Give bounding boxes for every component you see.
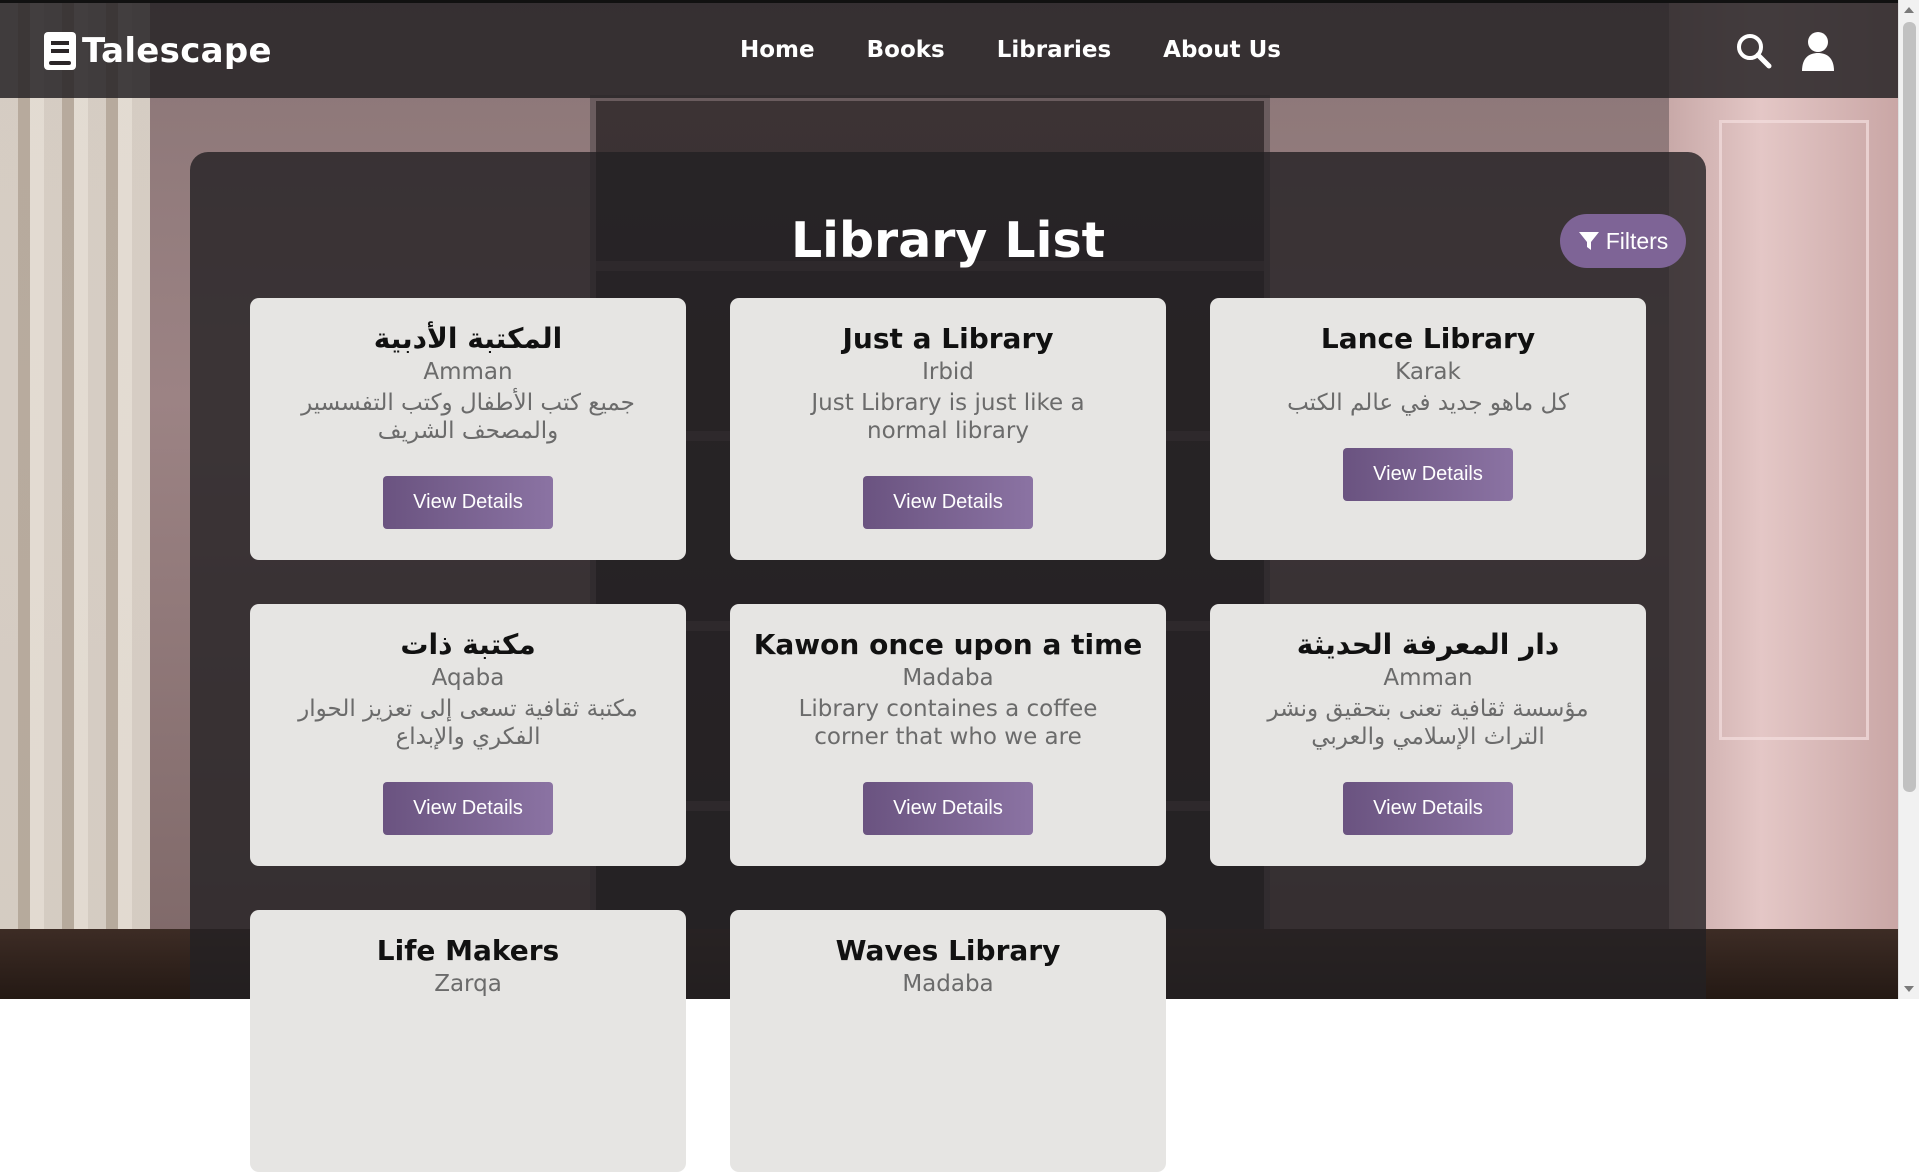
library-grid: المكتبة الأدبية Amman جميع كتب الأطفال و… (250, 298, 1647, 1172)
nav-link-libraries[interactable]: Libraries (997, 37, 1111, 63)
library-name: Waves Library (836, 936, 1061, 967)
library-name: Just a Library (842, 324, 1053, 355)
library-name: المكتبة الأدبية (374, 324, 563, 355)
library-description: مؤسسة ثقافية تعنى بتحقيق ونشر التراث الإ… (1248, 696, 1608, 751)
library-card: مكتبة ذات Aqaba مكتبة ثقافية تسعى إلى تع… (250, 604, 686, 866)
library-description: كل ماهو جديد في عالم الكتب (1248, 390, 1608, 418)
library-name: Lance Library (1321, 324, 1535, 355)
page-title: Library List (190, 212, 1706, 269)
library-city: Amman (423, 359, 512, 387)
view-details-button[interactable]: View Details (863, 782, 1033, 835)
library-city: Karak (1395, 359, 1461, 387)
view-details-button[interactable]: View Details (863, 476, 1033, 529)
user-icon[interactable] (1798, 29, 1838, 73)
library-name: Kawon once upon a time (754, 630, 1143, 661)
background-curtain (0, 0, 150, 999)
library-city: Zarqa (434, 971, 502, 999)
library-name: Life Makers (377, 936, 559, 967)
main-nav: Home Books Libraries About Us (740, 37, 1281, 63)
library-description: Just Library is just like a normal libra… (768, 390, 1128, 445)
nav-link-home[interactable]: Home (740, 37, 815, 63)
top-navbar: Talescape Home Books Libraries About Us (0, 0, 1898, 98)
brand-logo[interactable]: Talescape (44, 31, 272, 71)
view-details-button[interactable]: View Details (1343, 782, 1513, 835)
library-card: Life Makers Zarqa (250, 910, 686, 1172)
search-icon[interactable] (1734, 29, 1774, 73)
scroll-down-icon[interactable] (1904, 986, 1914, 992)
library-city: Amman (1383, 665, 1472, 693)
library-card: دار المعرفة الحديثة Amman مؤسسة ثقافية ت… (1210, 604, 1646, 866)
library-name: مكتبة ذات (400, 630, 535, 661)
library-list-panel: Library List Filters المكتبة الأدبية Amm… (190, 152, 1706, 999)
nav-link-books[interactable]: Books (867, 37, 945, 63)
nav-link-about-us[interactable]: About Us (1163, 37, 1281, 63)
library-city: Aqaba (432, 665, 505, 693)
page-scrollbar[interactable] (1898, 0, 1919, 999)
library-city: Irbid (922, 359, 974, 387)
library-card: المكتبة الأدبية Amman جميع كتب الأطفال و… (250, 298, 686, 560)
library-description: جميع كتب الأطفال وكتب التفسسير والمصحف ا… (288, 390, 648, 445)
library-description: Library containes a coffee corner that w… (768, 696, 1128, 751)
scroll-up-icon[interactable] (1904, 7, 1914, 13)
library-card: Waves Library Madaba (730, 910, 1166, 1172)
scrollbar-thumb[interactable] (1903, 22, 1916, 792)
library-card: Just a Library Irbid Just Library is jus… (730, 298, 1166, 560)
library-description: مكتبة ثقافية تسعى إلى تعزيز الحوار الفكر… (288, 696, 648, 751)
book-icon (44, 32, 76, 70)
library-card: Kawon once upon a time Madaba Library co… (730, 604, 1166, 866)
library-card: Lance Library Karak كل ماهو جديد في عالم… (1210, 298, 1646, 560)
filters-label: Filters (1606, 228, 1669, 255)
brand-name: Talescape (82, 31, 272, 71)
library-name: دار المعرفة الحديثة (1297, 630, 1559, 661)
filter-icon (1578, 230, 1600, 252)
view-details-button[interactable]: View Details (383, 476, 553, 529)
library-city: Madaba (902, 665, 993, 693)
nav-actions (1734, 29, 1838, 73)
view-details-button[interactable]: View Details (1343, 448, 1513, 501)
view-details-button[interactable]: View Details (383, 782, 553, 835)
library-city: Madaba (902, 971, 993, 999)
filters-button[interactable]: Filters (1560, 214, 1686, 268)
